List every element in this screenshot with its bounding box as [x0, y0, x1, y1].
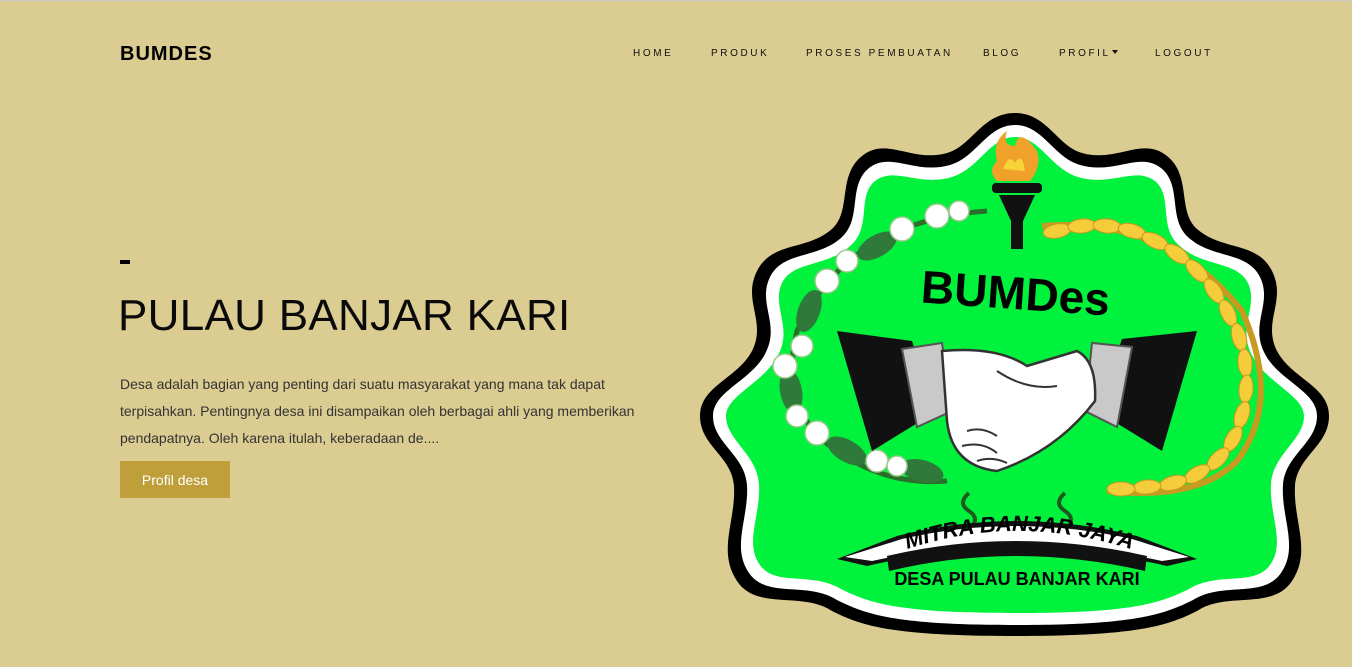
nav-blog[interactable]: BLOG: [983, 48, 1021, 59]
title-accent-dash: [120, 260, 130, 264]
nav-logout[interactable]: LOGOUT: [1155, 48, 1213, 59]
brand-logo-link[interactable]: BUMDES: [120, 43, 213, 66]
navbar: BUMDES HOME PRODUK PROSES PEMBUATAN BLOG…: [0, 1, 1352, 107]
nav-home[interactable]: HOME: [633, 48, 673, 59]
hero-description: Desa adalah bagian yang penting dari sua…: [120, 376, 635, 446]
caret-down-icon: [1111, 50, 1118, 54]
nav-profil-dropdown[interactable]: PROFIL: [1059, 48, 1118, 59]
nav-proses-pembuatan[interactable]: PROSES PEMBUATAN: [806, 48, 953, 59]
hero-title: PULAU BANJAR KARI: [118, 291, 571, 340]
bumdes-emblem-logo: BUMDes MITRA BANJAR JAYA DESA PULAU BANJ…: [700, 113, 1329, 636]
nav-produk[interactable]: PRODUK: [711, 48, 769, 59]
profil-desa-button[interactable]: Profil desa: [120, 461, 230, 498]
logo-bottom-text: DESA PULAU BANJAR KARI: [894, 569, 1139, 589]
nav-profil-label: PROFIL: [1059, 48, 1111, 59]
